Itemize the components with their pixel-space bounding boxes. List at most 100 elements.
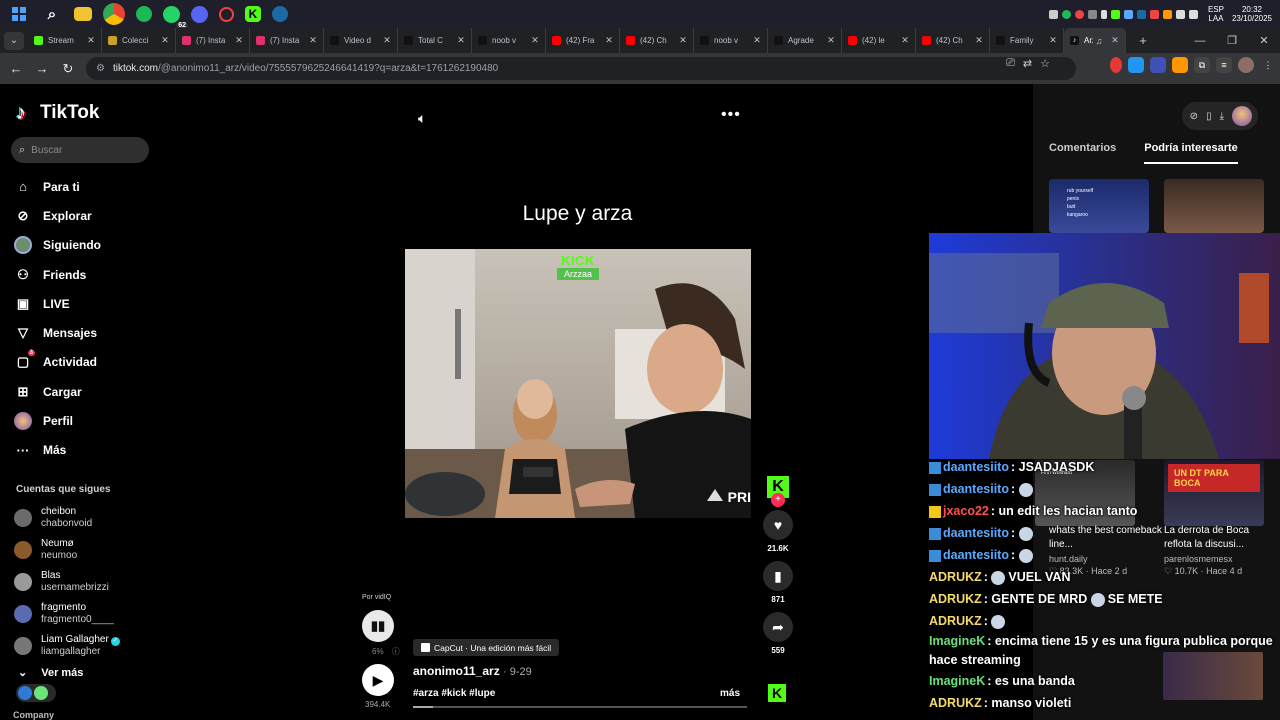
tab-active[interactable]: ♪ Arz ♫ ✕ xyxy=(1064,28,1126,53)
close-tab-icon[interactable]: ✕ xyxy=(1109,35,1121,46)
chat-username[interactable]: daantesiito xyxy=(943,526,1009,540)
volume-icon[interactable]: 🔈︎ xyxy=(418,110,426,127)
discord-icon[interactable] xyxy=(191,5,208,23)
profile-avatar-icon[interactable] xyxy=(1238,57,1254,73)
bookmark-star-icon[interactable]: ☆ xyxy=(1040,57,1050,70)
chat-username[interactable]: daantesiito xyxy=(943,482,1009,496)
nav-item-mensajes[interactable]: ▽ Mensajes xyxy=(14,318,154,347)
suggested-thumb[interactable]: rub yourself penis butt kangaroo xyxy=(1049,179,1149,233)
tiktok-logo[interactable]: ♪ TikTok xyxy=(16,102,99,124)
close-tab-icon[interactable]: ✕ xyxy=(677,35,689,46)
media-controls-icon[interactable]: ≡ xyxy=(1216,57,1232,73)
nav-item-m-s[interactable]: ··· Más xyxy=(14,436,154,465)
app-icon[interactable] xyxy=(219,6,234,22)
close-tab-icon[interactable]: ✕ xyxy=(751,35,763,46)
nav-item-siguiendo[interactable]: ◉ Siguiendo xyxy=(14,231,154,260)
see-more-button[interactable]: ⌄ Ver más xyxy=(18,666,83,680)
browser-tab[interactable]: Agrade ✕ xyxy=(768,28,842,53)
tab-search-button[interactable]: ⌄ xyxy=(4,31,24,50)
capcut-link[interactable]: CapCut · Una edición más fácil xyxy=(413,639,560,656)
following-account[interactable]: Blas usernamebrizzi xyxy=(14,566,154,598)
following-account[interactable]: cheibon chabonvoid xyxy=(14,502,154,534)
tray-icon[interactable] xyxy=(1162,9,1172,19)
like-action[interactable]: ♥ 21.6K xyxy=(762,510,794,553)
share-action[interactable]: ➦ 559 xyxy=(762,612,794,655)
chat-username[interactable]: jxaco22 xyxy=(943,504,989,518)
reload-icon[interactable]: ↻ xyxy=(56,57,80,81)
clock[interactable]: 20:32 23/10/2025 xyxy=(1232,5,1272,23)
following-account[interactable]: Neumø neumoo xyxy=(14,534,154,566)
browser-tab[interactable]: noob v ✕ xyxy=(694,28,768,53)
tray-icon[interactable] xyxy=(1048,9,1058,19)
close-tab-icon[interactable]: ✕ xyxy=(307,35,319,46)
close-tab-icon[interactable]: ✕ xyxy=(603,35,615,46)
close-tab-icon[interactable]: ✕ xyxy=(825,35,837,46)
chat-username[interactable]: ImagineK xyxy=(929,674,985,688)
author-name[interactable]: anonimo11_arz xyxy=(413,664,500,678)
kick-icon[interactable]: K xyxy=(245,6,261,22)
chat-username[interactable]: ADRUKZ xyxy=(929,570,982,584)
chrome-menu-icon[interactable]: ⋮ xyxy=(1260,57,1276,73)
extensions-puzzle-icon[interactable]: ⧉ xyxy=(1194,57,1210,73)
nav-item-cargar[interactable]: ⊞ Cargar xyxy=(14,377,154,406)
download-icon[interactable]: ⤓ xyxy=(1220,111,1224,122)
close-tab-icon[interactable]: ✕ xyxy=(381,35,393,46)
suggested-thumb[interactable] xyxy=(1164,179,1264,233)
vidiq-stats-button[interactable]: ▮▮ xyxy=(362,610,394,642)
file-explorer-icon[interactable] xyxy=(74,7,92,21)
chat-username[interactable]: ADRUKZ xyxy=(929,592,982,606)
browser-tab[interactable]: (42) Fra ✕ xyxy=(546,28,620,53)
close-tab-icon[interactable]: ✕ xyxy=(899,35,911,46)
volume-icon[interactable] xyxy=(1188,9,1198,19)
language-indicator[interactable]: ESP LAA xyxy=(1208,5,1224,23)
close-window-icon[interactable]: ✕ xyxy=(1248,28,1280,53)
steam-icon[interactable] xyxy=(272,6,288,22)
browser-tab[interactable]: (42) Ch ✕ xyxy=(916,28,990,53)
browser-tab[interactable]: Colecci ✕ xyxy=(102,28,176,53)
browser-tab[interactable]: Family ✕ xyxy=(990,28,1064,53)
minimize-icon[interactable]: — xyxy=(1184,28,1216,53)
windows-start-icon[interactable] xyxy=(8,3,30,25)
tray-icon[interactable] xyxy=(1087,9,1097,19)
restore-icon[interactable]: ❐ xyxy=(1216,28,1248,53)
search-icon[interactable]: ⌕ xyxy=(41,3,63,25)
extension-icon[interactable] xyxy=(1150,57,1166,73)
nav-item-live[interactable]: ▣ LIVE xyxy=(14,289,154,318)
extension-toggle[interactable] xyxy=(16,684,56,702)
chat-username[interactable]: ADRUKZ xyxy=(929,696,982,710)
spotify-icon[interactable] xyxy=(136,6,152,22)
browser-tab[interactable]: (7) Insta ✕ xyxy=(250,28,324,53)
bookmark-icon[interactable]: ▮ xyxy=(763,561,793,591)
mute-tab-icon[interactable]: ♫ xyxy=(1093,36,1105,46)
close-tab-icon[interactable]: ✕ xyxy=(85,35,97,46)
tray-icon[interactable] xyxy=(1110,9,1120,19)
chat-username[interactable]: ADRUKZ xyxy=(929,614,982,628)
search-input[interactable] xyxy=(31,144,132,156)
browser-tab[interactable]: noob v ✕ xyxy=(472,28,546,53)
more-description-button[interactable]: más xyxy=(720,688,740,699)
extension-icon[interactable] xyxy=(1172,57,1188,73)
creator-avatar[interactable]: K + xyxy=(767,476,789,507)
tray-icon[interactable] xyxy=(1061,9,1071,19)
video-player[interactable]: KICK Arzzaa PRI xyxy=(405,249,751,518)
follow-plus-icon[interactable]: + xyxy=(771,493,785,507)
tray-icon[interactable] xyxy=(1136,9,1146,19)
search-box[interactable]: ⌕ xyxy=(11,137,149,163)
site-info-icon[interactable]: ⚙ xyxy=(96,63,105,74)
new-tab-button[interactable]: + xyxy=(1132,31,1154,51)
close-tab-icon[interactable]: ✕ xyxy=(973,35,985,46)
nav-item-explorar[interactable]: ⊘ Explorar xyxy=(14,201,154,230)
nav-item-friends[interactable]: ⚇ Friends xyxy=(14,260,154,289)
close-tab-icon[interactable]: ✕ xyxy=(233,35,245,46)
tray-icon[interactable] xyxy=(1123,9,1133,19)
extension-icon[interactable] xyxy=(1128,57,1144,73)
following-account[interactable]: Liam Gallagher ✓ liamgallagher xyxy=(14,630,154,662)
chat-username[interactable]: daantesiito xyxy=(943,548,1009,562)
share-icon[interactable]: ➦ xyxy=(763,612,793,642)
close-tab-icon[interactable]: ✕ xyxy=(159,35,171,46)
back-icon[interactable]: ← xyxy=(4,57,28,81)
chat-username[interactable]: ImagineK xyxy=(929,634,985,648)
tray-icon[interactable] xyxy=(1074,9,1084,19)
company-link[interactable]: Company xyxy=(13,710,54,720)
more-options-icon[interactable]: ••• xyxy=(721,106,741,124)
